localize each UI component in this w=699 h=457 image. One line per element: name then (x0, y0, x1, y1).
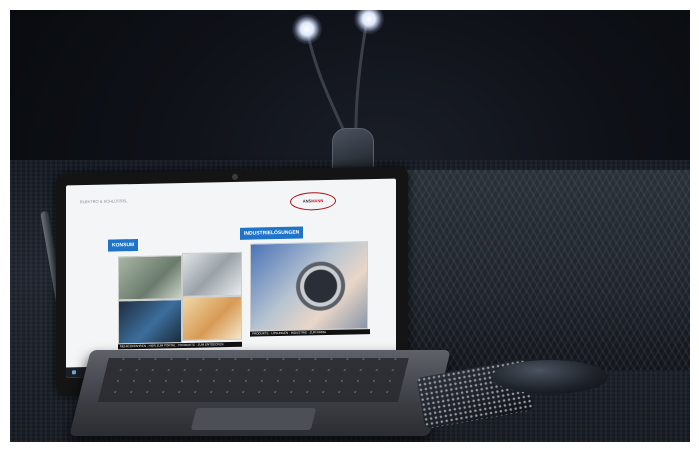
mouse (492, 360, 608, 394)
laptop-display: ELEKTRO & SCHLÜSSEL ANSMANN KONSUM INDUS… (66, 178, 396, 378)
keys (97, 358, 409, 402)
caption-bar-right: PRODUKTE · LÖSUNGEN · INDUSTRIE · ZUR FI… (250, 329, 370, 337)
product-tile (118, 299, 182, 345)
lamp-arm-right (354, 19, 369, 141)
product-tile (118, 255, 182, 301)
keyboard-cover (69, 350, 451, 436)
site-header: ELEKTRO & SCHLÜSSEL (80, 198, 128, 205)
touchpad (190, 408, 317, 430)
tag-konsum: KONSUM (108, 238, 139, 252)
tag-industry: INDUSTRIELÖSUNGEN (240, 226, 304, 240)
start-icon (72, 370, 76, 375)
photo: ELEKTRO & SCHLÜSSEL ANSMANN KONSUM INDUS… (0, 0, 699, 457)
industry-tile (250, 241, 368, 332)
lamp-arm-left (305, 29, 350, 141)
brand-logo: ANSMANN (290, 191, 336, 211)
lamp-light-icon (292, 14, 322, 44)
product-tile (182, 251, 242, 298)
logo-text-left: ANS (302, 198, 312, 204)
logo-text-right: MANN (311, 198, 324, 204)
product-tile (182, 295, 242, 342)
dark-scene: ELEKTRO & SCHLÜSSEL ANSMANN KONSUM INDUS… (10, 10, 690, 442)
webcam (232, 173, 238, 180)
